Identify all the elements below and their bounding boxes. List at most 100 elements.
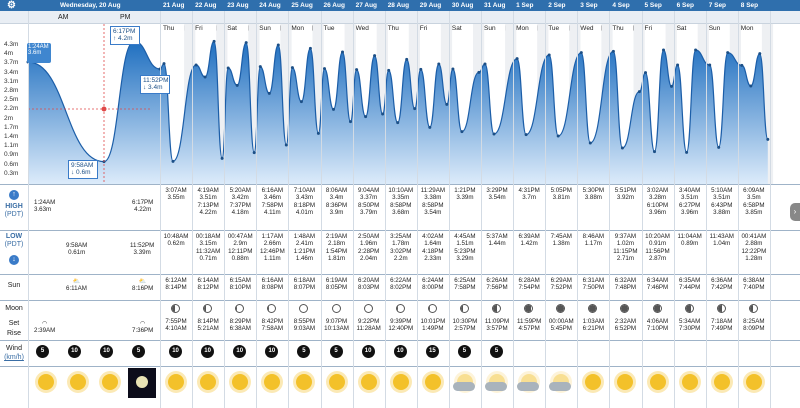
high-tz: (PDT) — [4, 211, 24, 218]
tide-point — [162, 62, 166, 66]
moonrise-time: 4:10AM — [165, 325, 187, 333]
high-time: 5:05PM — [550, 187, 572, 194]
moon-times: 9:39PM 12:40PM — [385, 318, 417, 333]
sun-times: 6:29AM 7:52PM — [545, 277, 577, 292]
low-time: 4:45AM — [454, 233, 476, 240]
sunrise-time: 6:32AM — [614, 277, 637, 284]
low-time: 12:22PM — [741, 247, 767, 255]
sun-icon — [168, 374, 184, 390]
weather-icon — [162, 368, 190, 398]
moon-times: 7:55PM 4:10AM — [160, 318, 192, 333]
sunrise-time: 6:15AM — [229, 277, 251, 284]
moon-times: 4:06AM 7:10PM — [642, 318, 674, 333]
low-entry: 4:02AM 1.64m 4:18PM 2.33m — [417, 233, 449, 263]
sunset-time: 7:40PM — [743, 284, 765, 292]
low-time: 11:43AM — [709, 233, 734, 240]
high-height: 3.4m — [329, 194, 344, 202]
wind-icon: 15 — [425, 345, 439, 358]
moon-phase-icon — [171, 304, 181, 313]
sunset-time: 7:42PM — [711, 284, 733, 292]
moonrise-time: 8:09PM — [743, 325, 765, 333]
low-height: 2.41m — [295, 240, 314, 248]
tide-point — [332, 107, 335, 111]
moon-phase-icon — [588, 304, 598, 313]
moonrise-time: 11:28AM — [356, 325, 381, 333]
low-time: 10:48AM — [163, 233, 189, 240]
moonset-time: 2:32AM — [614, 318, 637, 325]
high-time: 6:27PM — [678, 201, 701, 209]
pm-label: PM — [120, 14, 131, 21]
wind-section — [0, 340, 800, 341]
high-time: 6:43PM — [711, 201, 733, 209]
tide-point — [212, 39, 216, 43]
high-height: 3.35m — [392, 194, 410, 202]
low-entry: 00:18AM 3.15m 11:32AM 0.71m — [192, 233, 224, 263]
low-height: 3.15m — [199, 240, 217, 248]
sun-times: 6:26AM 7:56PM — [481, 277, 513, 292]
low-height: 2.87m — [648, 255, 667, 263]
weather-icon — [676, 368, 704, 398]
moonset-time: 9:39PM — [390, 318, 412, 325]
gear-icon[interactable]: ⚙ — [7, 1, 17, 11]
high-height: 3.7m — [522, 194, 537, 202]
moon-phase-icon — [556, 304, 566, 313]
low-time: 3:02PM — [390, 247, 412, 255]
y-axis-label: 3.1m — [4, 77, 19, 85]
sunset-time: 7:48PM — [614, 284, 637, 292]
callout-height: ↑ 4.2m — [113, 35, 133, 42]
high-height: 3.79m — [360, 209, 378, 217]
moonset-time: 8:42PM — [261, 318, 283, 325]
moonset-time: 8:55PM — [293, 318, 316, 325]
low-entry: 9:37AM 1.02m 11:15PM 2.71m — [609, 233, 641, 263]
wind-icon: 5 — [297, 345, 311, 358]
scroll-right-button[interactable]: › — [790, 203, 800, 221]
high-time: 1:24AM — [34, 199, 56, 206]
high-height: 4.11m — [263, 209, 281, 217]
weather-icon — [515, 368, 543, 398]
sunset-time: 8:10PM — [229, 284, 251, 292]
tide-point — [220, 156, 224, 160]
moon-phase-icon — [652, 304, 662, 313]
tide-point — [685, 150, 689, 154]
moon-times: 2:32AM 6:52PM — [609, 318, 641, 333]
tide-point — [308, 46, 312, 50]
moon-shadow — [172, 305, 175, 312]
low-height: 1.17m — [584, 240, 602, 248]
high-time: 5:51PM — [614, 187, 637, 194]
moonrise-time: 5:21AM — [197, 325, 219, 333]
wind-unit-link[interactable]: (km/h) — [0, 354, 28, 361]
sunrise-time: 6:22AM — [390, 277, 412, 284]
low-section — [0, 230, 800, 231]
tide-point — [483, 62, 487, 66]
weather-section — [0, 366, 800, 367]
tide-point — [670, 84, 673, 88]
weather-icon — [708, 368, 736, 398]
moon-times: 8:14PM 5:21AM — [192, 318, 224, 333]
sun-times: 6:28AM 7:54PM — [513, 277, 545, 292]
low-time: 9:37AM — [614, 233, 637, 240]
tide-point — [740, 63, 744, 67]
low-height: 0.89m — [681, 240, 699, 248]
tide-point — [676, 63, 680, 67]
wind-icon: 10 — [68, 345, 81, 358]
sunset-time: 7:46PM — [646, 284, 669, 292]
high-entry: 7:10AM 3.43m 8:18PM 4.01m — [288, 187, 320, 217]
low-entry: 8:46AM 1.17m — [577, 233, 609, 248]
tide-point — [515, 57, 519, 61]
sunrise-time: 6:20AM — [357, 277, 380, 284]
moonset-time: 11:59PM — [516, 318, 542, 325]
tide-point — [611, 49, 615, 53]
moon-shadow — [204, 305, 206, 312]
sunset-time: 7:56PM — [486, 284, 508, 292]
column-divider — [28, 11, 29, 408]
y-axis-label: 2.2m — [4, 105, 19, 113]
sun-icon — [360, 374, 377, 390]
high-entry: 3:40AM 3.51m 6:27PM 3.96m — [674, 187, 706, 217]
weather-icon — [644, 368, 672, 398]
sun-times: 6:24AM 8:00PM — [417, 277, 449, 292]
sunset-time: 7:52PM — [550, 284, 572, 292]
low-entry: 00:41AM 2.88m 12:22PM 1.28m — [738, 233, 770, 263]
low-height: 0.61m — [68, 249, 86, 257]
cloud-icon — [517, 382, 540, 391]
moon-phase-icon — [492, 304, 502, 313]
